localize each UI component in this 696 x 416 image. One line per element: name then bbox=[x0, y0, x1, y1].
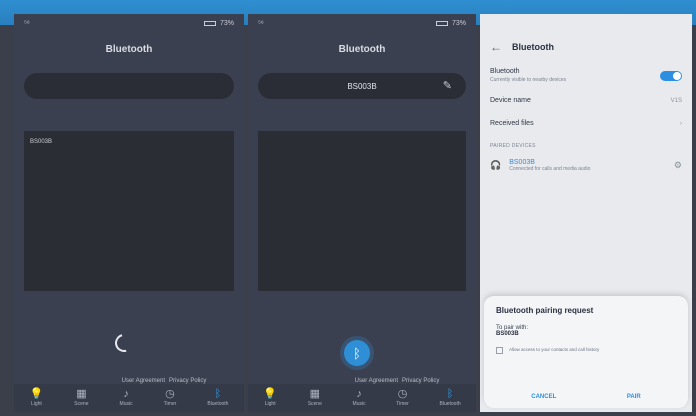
device-name-label: Device name bbox=[490, 97, 531, 104]
connected-device-pill[interactable]: BS003B ✎ bbox=[258, 73, 466, 99]
music-icon: ♪ bbox=[123, 388, 129, 400]
bluetooth-label: Bluetooth bbox=[490, 68, 520, 75]
nav-label: Light bbox=[264, 401, 276, 407]
list-item[interactable]: BS003B bbox=[30, 139, 228, 145]
status-bar bbox=[480, 14, 692, 32]
battery-icon bbox=[203, 20, 216, 26]
nav-light[interactable]: 💡 Light bbox=[29, 388, 44, 408]
nav-label: Bluetooth bbox=[207, 401, 229, 407]
battery-percent: 73% bbox=[219, 19, 234, 27]
received-files-row[interactable]: Received files › bbox=[480, 120, 692, 127]
received-files-label: Received files bbox=[490, 120, 534, 127]
loading-spinner-icon bbox=[111, 330, 137, 356]
bluetooth-icon: ᛒ bbox=[214, 388, 222, 400]
nav-scene[interactable]: ▦ Scene bbox=[307, 388, 322, 408]
nav-bluetooth[interactable]: ᛒ Bluetooth bbox=[439, 388, 461, 408]
bottom-nav: 💡 Light ▦ Scene ♪ Music ◷ Timer ᛒ Bluetooth bbox=[248, 384, 476, 412]
grid-icon: ▦ bbox=[309, 388, 320, 400]
nav-scene[interactable]: ▦ Scene bbox=[74, 388, 89, 408]
cancel-button[interactable]: CANCEL bbox=[531, 394, 556, 400]
checkbox-label: Allow access to your contacts and call h… bbox=[509, 347, 600, 352]
pairing-dialog: Bluetooth pairing request To pair with: … bbox=[484, 296, 688, 408]
device-name-row[interactable]: Device name V1S bbox=[480, 97, 692, 104]
phone-settings: ← Bluetooth Bluetooth Currently visible … bbox=[480, 14, 692, 412]
gear-icon[interactable]: ⚙ bbox=[674, 160, 682, 171]
headphones-icon: 🎧 bbox=[490, 160, 502, 170]
nav-label: Music bbox=[119, 401, 133, 407]
pill-label: BS003B bbox=[347, 81, 377, 91]
dialog-buttons: CANCEL PAIR bbox=[496, 394, 676, 400]
status-bar: ⁵⁶ 73% bbox=[14, 14, 244, 32]
pair-device-name: BS003B bbox=[496, 331, 519, 337]
grid-icon: ▦ bbox=[76, 388, 87, 400]
back-arrow-icon[interactable]: ← bbox=[490, 40, 502, 54]
bulb-icon: 💡 bbox=[263, 388, 278, 400]
connected-device-pill[interactable] bbox=[24, 73, 234, 99]
paired-device-row[interactable]: 🎧 BS003B Connected for calls and media a… bbox=[480, 159, 692, 172]
signal-indicator: ⁵⁶ bbox=[258, 19, 264, 27]
visibility-text: Currently visible to nearby devices bbox=[490, 77, 567, 83]
status-bar: ⁵⁶ 73% bbox=[248, 14, 476, 32]
device-list: BS003B bbox=[24, 131, 234, 291]
clock-icon: ◷ bbox=[397, 388, 408, 400]
clock-icon: ◷ bbox=[165, 388, 175, 400]
bluetooth-toggle[interactable] bbox=[660, 70, 682, 81]
edit-icon[interactable]: ✎ bbox=[443, 79, 452, 92]
page-title: Bluetooth bbox=[338, 44, 386, 55]
settings-header: ← Bluetooth bbox=[480, 32, 692, 54]
music-icon: ♪ bbox=[356, 388, 362, 400]
bluetooth-icon: ᛒ bbox=[353, 345, 361, 361]
phone-app-connected: ⁵⁶ 73% Bluetooth BS003B ✎ ᛒ User Agreeme… bbox=[248, 14, 476, 412]
phone-app-scanning: ⁵⁶ 73% Bluetooth BS003B User Agreement P… bbox=[14, 14, 244, 412]
nav-light[interactable]: 💡 Light bbox=[263, 388, 278, 408]
nav-music[interactable]: ♪ Music bbox=[119, 388, 133, 408]
nav-label: Scene bbox=[74, 401, 89, 407]
page-title: Bluetooth bbox=[105, 44, 153, 55]
contacts-access-option[interactable]: Allow access to your contacts and call h… bbox=[496, 347, 676, 354]
paired-devices-heading: PAIRED DEVICES bbox=[490, 143, 536, 149]
bluetooth-scan-button[interactable]: ᛒ bbox=[344, 340, 370, 366]
nav-timer[interactable]: ◷ Timer bbox=[396, 388, 409, 408]
checkbox[interactable] bbox=[496, 347, 503, 354]
device-name-value: V1S bbox=[670, 97, 682, 104]
bluetooth-toggle-row[interactable]: Bluetooth Currently visible to nearby de… bbox=[480, 68, 692, 83]
signal-indicator: ⁵⁶ bbox=[24, 19, 30, 27]
nav-label: Timer bbox=[396, 401, 409, 407]
paired-device-status: Connected for calls and media audio bbox=[509, 166, 591, 172]
bluetooth-icon: ᛒ bbox=[446, 388, 454, 400]
nav-label: Bluetooth bbox=[439, 401, 461, 407]
nav-label: Light bbox=[30, 401, 42, 407]
nav-label: Music bbox=[352, 401, 366, 407]
dialog-title: Bluetooth pairing request bbox=[496, 306, 594, 315]
nav-label: Scene bbox=[307, 401, 322, 407]
device-list bbox=[258, 131, 466, 291]
nav-timer[interactable]: ◷ Timer bbox=[163, 388, 177, 408]
settings-title: Bluetooth bbox=[512, 42, 554, 52]
battery-icon bbox=[435, 20, 448, 26]
battery-percent: 73% bbox=[451, 19, 466, 27]
nav-bluetooth[interactable]: ᛒ Bluetooth bbox=[207, 388, 229, 408]
bulb-icon: 💡 bbox=[29, 388, 44, 400]
nav-label: Timer bbox=[163, 401, 177, 407]
nav-music[interactable]: ♪ Music bbox=[352, 388, 366, 408]
bottom-nav: 💡 Light ▦ Scene ♪ Music ◷ Timer ᛒ Bluetooth bbox=[14, 384, 244, 412]
chevron-right-icon: › bbox=[680, 120, 682, 127]
paired-device-name: BS003B bbox=[509, 159, 535, 166]
pair-button[interactable]: PAIR bbox=[627, 394, 641, 400]
